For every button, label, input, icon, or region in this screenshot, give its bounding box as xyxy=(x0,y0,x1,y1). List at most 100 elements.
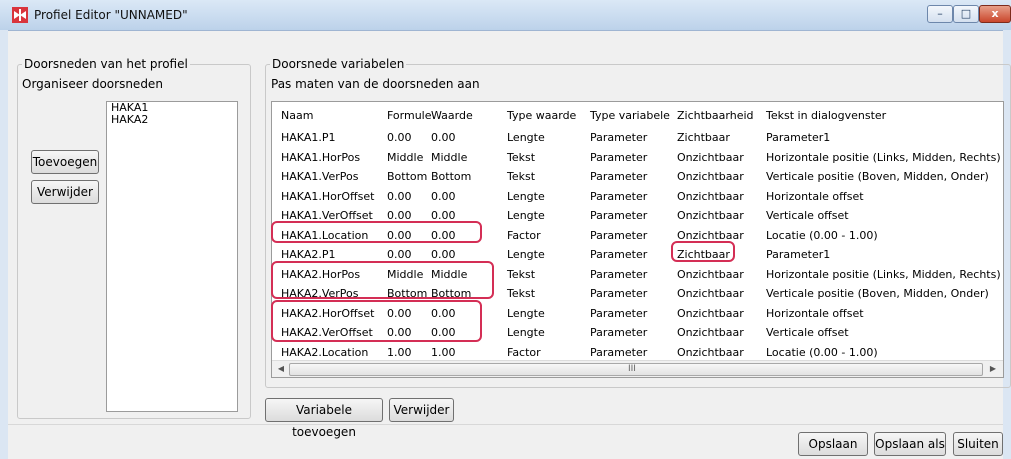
cell-waarde[interactable]: 0.00 xyxy=(431,248,456,261)
cell-tekst[interactable]: Locatie (0.00 - 1.00) xyxy=(766,346,878,359)
cell-formule[interactable]: 0.00 xyxy=(387,190,412,203)
cell-waarde[interactable]: Bottom xyxy=(431,287,471,300)
remove-variable-button[interactable]: Verwijder xyxy=(389,398,454,422)
table-row[interactable]: HAKA1.Location 0.00 0.00 Factor Parameter Onz… xyxy=(272,227,1003,246)
cell-type-variabele[interactable]: Parameter xyxy=(590,190,647,203)
cell-tekst[interactable]: Parameter1 xyxy=(766,248,830,261)
cell-zichtbaarheid[interactable]: Zichtbaar xyxy=(677,248,730,261)
horizontal-scrollbar[interactable]: ◀ III ▶ xyxy=(272,360,1003,377)
cell-waarde[interactable]: Middle xyxy=(431,268,467,281)
column-header-zichtbaarheid[interactable]: Zichtbaarheid xyxy=(677,109,754,122)
cell-type-waarde[interactable]: Tekst xyxy=(507,170,535,183)
column-header-formule[interactable]: Formule xyxy=(387,109,432,122)
column-header-tekst[interactable]: Tekst in dialogvenster xyxy=(766,109,886,122)
cell-formule[interactable]: Middle xyxy=(387,151,423,164)
cell-tekst[interactable]: Verticale positie (Boven, Midden, Onder) xyxy=(766,170,989,183)
sections-list[interactable]: HAKA1 HAKA2 xyxy=(106,101,238,412)
cell-tekst[interactable]: Horizontale positie (Links, Midden, Rech… xyxy=(766,268,1001,281)
cell-type-waarde[interactable]: Tekst xyxy=(507,151,535,164)
cell-formule[interactable]: Bottom xyxy=(387,287,427,300)
cell-waarde[interactable]: 1.00 xyxy=(431,346,456,359)
cell-zichtbaarheid[interactable]: Onzichtbaar xyxy=(677,151,744,164)
save-button[interactable]: Opslaan xyxy=(798,432,868,456)
table-row[interactable]: HAKA2.HorPos Middle Middle Tekst Parameter On… xyxy=(272,266,1003,285)
cell-formule[interactable]: 0.00 xyxy=(387,209,412,222)
cell-type-waarde[interactable]: Lengte xyxy=(507,248,545,261)
cell-formule[interactable]: 0.00 xyxy=(387,131,412,144)
cell-type-variabele[interactable]: Parameter xyxy=(590,268,647,281)
cell-type-waarde[interactable]: Tekst xyxy=(507,287,535,300)
table-row[interactable]: HAKA2.HorOffset 0.00 0.00 Lengte Parameter On… xyxy=(272,305,1003,324)
cell-tekst[interactable]: Horizontale positie (Links, Midden, Rech… xyxy=(766,151,1001,164)
table-row[interactable]: HAKA2.VerPos Bottom Bottom Tekst Parameter On… xyxy=(272,285,1003,304)
table-row[interactable]: HAKA1.HorOffset 0.00 0.00 Lengte Parameter On… xyxy=(272,188,1003,207)
cell-formule[interactable]: 0.00 xyxy=(387,229,412,242)
cell-type-waarde[interactable]: Factor xyxy=(507,229,541,242)
cell-type-variabele[interactable]: Parameter xyxy=(590,307,647,320)
cell-type-variabele[interactable]: Parameter xyxy=(590,151,647,164)
add-section-button[interactable]: Toevoegen xyxy=(31,150,99,174)
close-button[interactable]: Sluiten xyxy=(953,432,1003,456)
cell-zichtbaarheid[interactable]: Onzichtbaar xyxy=(677,229,744,242)
cell-zichtbaarheid[interactable]: Onzichtbaar xyxy=(677,209,744,222)
cell-type-variabele[interactable]: Parameter xyxy=(590,248,647,261)
cell-waarde[interactable]: 0.00 xyxy=(431,229,456,242)
cell-naam[interactable]: HAKA2.HorPos xyxy=(281,268,360,281)
cell-type-waarde[interactable]: Factor xyxy=(507,346,541,359)
cell-tekst[interactable]: Verticale offset xyxy=(766,326,849,339)
scroll-left-icon[interactable]: ◀ xyxy=(276,364,286,375)
list-item[interactable]: HAKA2 xyxy=(107,114,237,126)
cell-type-waarde[interactable]: Lengte xyxy=(507,190,545,203)
column-header-waarde[interactable]: Waarde xyxy=(431,109,473,122)
cell-zichtbaarheid[interactable]: Onzichtbaar xyxy=(677,268,744,281)
cell-zichtbaarheid[interactable]: Onzichtbaar xyxy=(677,326,744,339)
cell-formule[interactable]: 1.00 xyxy=(387,346,412,359)
cell-tekst[interactable]: Locatie (0.00 - 1.00) xyxy=(766,229,878,242)
cell-type-variabele[interactable]: Parameter xyxy=(590,346,647,359)
cell-formule[interactable]: 0.00 xyxy=(387,248,412,261)
cell-waarde[interactable]: 0.00 xyxy=(431,326,456,339)
table-row[interactable]: HAKA1.HorPos Middle Middle Tekst Parameter On… xyxy=(272,149,1003,168)
column-header-naam[interactable]: Naam xyxy=(281,109,313,122)
cell-naam[interactable]: HAKA1.Location xyxy=(281,229,368,242)
cell-tekst[interactable]: Horizontale offset xyxy=(766,190,864,203)
cell-naam[interactable]: HAKA2.Location xyxy=(281,346,368,359)
cell-tekst[interactable]: Parameter1 xyxy=(766,131,830,144)
cell-type-variabele[interactable]: Parameter xyxy=(590,326,647,339)
cell-naam[interactable]: HAKA1.P1 xyxy=(281,131,335,144)
cell-formule[interactable]: 0.00 xyxy=(387,326,412,339)
cell-type-waarde[interactable]: Tekst xyxy=(507,268,535,281)
variables-table[interactable]: Naam Formule Waarde Type waarde Type var… xyxy=(271,101,1004,378)
scrollbar-thumb[interactable]: III xyxy=(289,363,983,376)
cell-zichtbaarheid[interactable]: Onzichtbaar xyxy=(677,190,744,203)
table-row[interactable]: HAKA2.P1 0.00 0.00 Lengte Parameter Zichtbaar… xyxy=(272,246,1003,265)
cell-type-waarde[interactable]: Lengte xyxy=(507,307,545,320)
maximize-button[interactable]: □ xyxy=(953,5,979,23)
cell-zichtbaarheid[interactable]: Zichtbaar xyxy=(677,131,730,144)
cell-waarde[interactable]: 0.00 xyxy=(431,307,456,320)
cell-naam[interactable]: HAKA1.HorOffset xyxy=(281,190,374,203)
cell-formule[interactable]: Middle xyxy=(387,268,423,281)
close-window-button[interactable]: x xyxy=(979,5,1011,23)
minimize-button[interactable]: – xyxy=(927,5,953,23)
cell-type-variabele[interactable]: Parameter xyxy=(590,131,647,144)
cell-naam[interactable]: HAKA2.HorOffset xyxy=(281,307,374,320)
cell-naam[interactable]: HAKA2.VerOffset xyxy=(281,326,373,339)
add-variable-button[interactable]: Variabele toevoegen xyxy=(265,398,383,439)
cell-tekst[interactable]: Horizontale offset xyxy=(766,307,864,320)
cell-naam[interactable]: HAKA1.HorPos xyxy=(281,151,360,164)
table-row[interactable]: HAKA1.VerOffset 0.00 0.00 Lengte Parameter On… xyxy=(272,207,1003,226)
cell-waarde[interactable]: 0.00 xyxy=(431,190,456,203)
table-row[interactable]: HAKA2.VerOffset 0.00 0.00 Lengte Parameter On… xyxy=(272,324,1003,343)
cell-zichtbaarheid[interactable]: Onzichtbaar xyxy=(677,307,744,320)
cell-type-waarde[interactable]: Lengte xyxy=(507,131,545,144)
cell-type-variabele[interactable]: Parameter xyxy=(590,287,647,300)
table-row[interactable]: HAKA1.VerPos Bottom Bottom Tekst Parameter On… xyxy=(272,168,1003,187)
cell-formule[interactable]: Bottom xyxy=(387,170,427,183)
cell-type-variabele[interactable]: Parameter xyxy=(590,229,647,242)
cell-zichtbaarheid[interactable]: Onzichtbaar xyxy=(677,346,744,359)
column-header-type-variabele[interactable]: Type variabele xyxy=(590,109,670,122)
save-as-button[interactable]: Opslaan als xyxy=(874,432,946,456)
cell-waarde[interactable]: 0.00 xyxy=(431,131,456,144)
cell-formule[interactable]: 0.00 xyxy=(387,307,412,320)
